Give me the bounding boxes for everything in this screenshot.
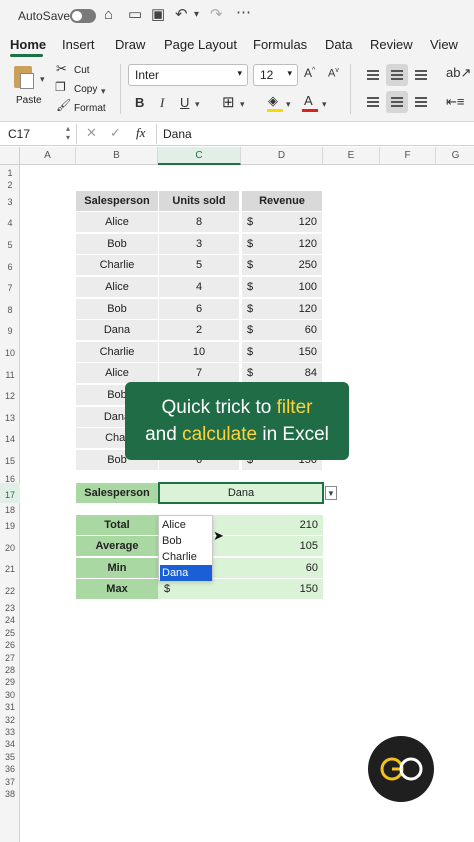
dropdown-option-dana[interactable]: Dana — [160, 565, 212, 581]
dropdown-option-bob[interactable]: Bob — [160, 533, 212, 549]
banner-highlight: calculate — [182, 424, 258, 445]
summary-value: 210 — [299, 518, 318, 531]
salesperson-cell[interactable]: Charlie — [76, 255, 158, 276]
banner-text: and — [145, 424, 183, 445]
summary-value: 105 — [299, 540, 318, 553]
units-cell[interactable]: 10 — [159, 341, 239, 362]
units-cell[interactable]: 4 — [159, 277, 239, 297]
dropdown-option-alice[interactable]: Alice — [160, 517, 212, 533]
units-cell[interactable]: 6 — [159, 298, 239, 319]
revenue-value: 100 — [298, 281, 317, 293]
summary-value: 60 — [305, 561, 318, 574]
revenue-value: 60 — [304, 324, 317, 337]
salesperson-cell[interactable]: Bob — [76, 233, 158, 254]
table-header-cell: Salesperson — [76, 190, 158, 211]
revenue-cell[interactable]: $120 — [242, 212, 322, 233]
currency-symbol: $ — [247, 367, 254, 380]
filter-label-cell: Salesperson — [76, 483, 158, 503]
banner-text: Quick trick to — [161, 397, 277, 418]
units-cell[interactable]: 8 — [159, 212, 239, 233]
revenue-value: 120 — [298, 216, 317, 229]
currency-symbol: $ — [247, 216, 254, 229]
salesperson-cell[interactable]: Charlie — [76, 341, 158, 362]
salesperson-cell[interactable]: Bob — [76, 298, 158, 319]
mouse-cursor-icon: ➤ — [213, 528, 224, 543]
revenue-cell[interactable]: $250 — [242, 255, 322, 276]
summary-value-cell[interactable]: $150 — [158, 579, 323, 600]
summary-label-cell: Min — [76, 557, 158, 578]
summary-label-cell: Max — [76, 579, 158, 600]
table-header-cell: Units sold — [159, 190, 239, 211]
salesperson-cell[interactable]: Dana — [76, 320, 158, 341]
revenue-value: 84 — [304, 367, 317, 380]
units-cell[interactable]: 5 — [159, 255, 239, 276]
banner-text: in Excel — [257, 424, 329, 445]
currency-symbol: $ — [247, 345, 254, 358]
salesperson-cell[interactable]: Alice — [76, 363, 158, 384]
revenue-cell[interactable]: $120 — [242, 298, 322, 319]
salesperson-cell[interactable]: Alice — [76, 277, 158, 297]
revenue-cell[interactable]: $150 — [242, 341, 322, 362]
revenue-cell[interactable]: $84 — [242, 363, 322, 384]
revenue-value: 120 — [298, 302, 317, 315]
dropdown-option-charlie[interactable]: Charlie — [160, 549, 212, 565]
units-cell[interactable]: 3 — [159, 233, 239, 254]
revenue-cell[interactable]: $120 — [242, 233, 322, 254]
revenue-cell[interactable]: $100 — [242, 277, 322, 297]
revenue-cell[interactable]: $60 — [242, 320, 322, 341]
currency-symbol: $ — [247, 324, 254, 337]
summary-value: 150 — [299, 583, 318, 596]
summary-label-cell: Total — [76, 514, 158, 535]
revenue-value: 120 — [298, 237, 317, 250]
currency-symbol: $ — [247, 237, 254, 250]
units-cell[interactable]: 2 — [159, 320, 239, 341]
salesperson-cell[interactable]: Alice — [76, 212, 158, 233]
salesperson-filter-cell[interactable]: Dana — [158, 482, 324, 504]
title-banner: Quick trick to filter and calculate in E… — [125, 382, 349, 460]
summary-label-cell: Average — [76, 536, 158, 557]
revenue-value: 250 — [298, 259, 317, 272]
brand-logo — [368, 736, 434, 802]
banner-highlight: filter — [276, 397, 313, 418]
currency-symbol: $ — [247, 302, 254, 315]
units-cell[interactable]: 7 — [159, 363, 239, 384]
salesperson-dropdown-list[interactable]: Alice Bob Charlie Dana — [158, 515, 213, 581]
currency-symbol: $ — [247, 281, 254, 293]
dropdown-arrow-button[interactable]: ▼ — [325, 486, 337, 500]
currency-symbol: $ — [247, 259, 254, 272]
table-header-cell: Revenue — [242, 190, 322, 211]
currency-symbol: $ — [164, 583, 171, 596]
revenue-value: 150 — [298, 345, 317, 358]
